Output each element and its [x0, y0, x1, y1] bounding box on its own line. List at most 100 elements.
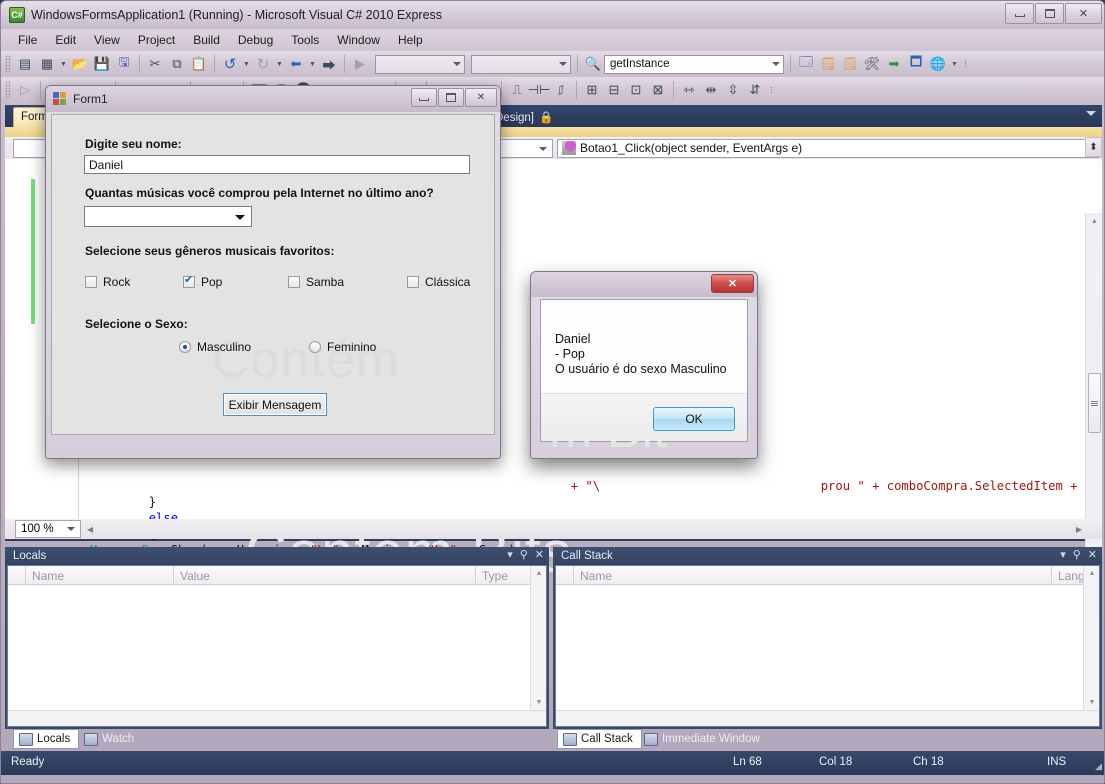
run-icon[interactable]: ▷ [14, 80, 36, 101]
scroll-up-icon[interactable]: ▲ [1086, 213, 1103, 229]
pin-icon[interactable]: ⚲ [1073, 548, 1081, 561]
tab-list-dropdown-icon[interactable] [1086, 111, 1096, 116]
message-box-ok-button[interactable]: OK [653, 407, 735, 431]
callstack-column-language[interactable]: Lang [1052, 566, 1085, 584]
close-icon[interactable]: ✕ [1088, 548, 1097, 561]
vertical-spacing-icon[interactable]: ⇳ [722, 80, 744, 101]
scroll-down-icon[interactable]: ▼ [1084, 695, 1100, 710]
find-scope-icon[interactable]: 🔍 [582, 54, 604, 75]
paste-icon[interactable]: 📋 [188, 54, 210, 75]
locals-column-value[interactable]: Value [174, 566, 476, 584]
tool-tab-callstack[interactable]: Call Stack [557, 729, 642, 749]
configuration-combo[interactable] [375, 54, 465, 74]
zoom-combo[interactable]: 100 % [15, 520, 81, 538]
tool-tab-watch[interactable]: Watch [79, 729, 142, 749]
checkbox-classica[interactable]: Clássica [407, 275, 470, 289]
form1-maximize-button[interactable] [438, 88, 464, 107]
checkbox-pop[interactable]: Pop [183, 273, 222, 289]
minimize-button[interactable] [1005, 3, 1034, 24]
radio-masculino[interactable]: Masculino [179, 340, 251, 354]
locals-column-name[interactable]: Name [26, 566, 174, 584]
menu-item-build[interactable]: Build [184, 30, 229, 50]
form1-minimize-button[interactable] [411, 88, 437, 107]
editor-split-handle[interactable]: ⬍ [1085, 137, 1102, 157]
undo-icon[interactable]: ↺ [219, 54, 241, 75]
find-input[interactable]: getInstance [604, 54, 784, 74]
form1-window[interactable]: Form1 ✕ Contém Digite seu nome: Daniel Q… [45, 85, 501, 459]
menu-item-view[interactable]: View [85, 30, 129, 50]
scroll-down-icon[interactable]: ▼ [531, 695, 547, 710]
message-box-dialog[interactable]: ✕ m Bit Daniel - Pop O usuário é do sexo… [530, 271, 758, 459]
cut-icon[interactable]: ✂ [144, 54, 166, 75]
redo-icon[interactable]: ↻ [252, 54, 274, 75]
toolbar-grip[interactable] [5, 55, 11, 73]
locals-vertical-scrollbar[interactable]: ▲ ▼ [530, 566, 546, 710]
resize-grip-icon[interactable]: ◢ [1095, 761, 1102, 772]
menu-item-window[interactable]: Window [328, 30, 389, 50]
toolbar-overflow-icon[interactable]: ⋮ [960, 54, 971, 75]
checkbox-samba[interactable]: Samba [288, 275, 344, 289]
menu-item-help[interactable]: Help [389, 30, 432, 50]
pane-menu-icon[interactable]: ▾ [1060, 548, 1066, 561]
close-button[interactable]: ✕ [1065, 3, 1102, 24]
scroll-up-icon[interactable]: ▲ [531, 566, 547, 581]
add-item-icon[interactable]: ▦ [36, 54, 58, 75]
navigate-backward-icon[interactable]: ⬅ [285, 54, 307, 75]
maximize-button[interactable] [1035, 3, 1064, 24]
message-box-title-bar[interactable]: ✕ [531, 272, 757, 297]
size-to-grid-icon[interactable]: ⊡ [625, 80, 647, 101]
name-input[interactable]: Daniel [84, 155, 470, 174]
save-all-icon[interactable]: 🖫 [113, 54, 135, 75]
toolbar-overflow-icon-3[interactable]: ⋮ [766, 80, 777, 101]
copy-icon[interactable]: ⧉ [166, 54, 188, 75]
make-same-width-icon[interactable]: ⊞ [581, 80, 603, 101]
chevron-down-icon[interactable]: ▼ [58, 54, 69, 75]
member-navigation-combo[interactable]: Botao1_Click(object sender, EventArgs e) [557, 138, 1100, 158]
new-item-icon[interactable]: ▤ [14, 54, 36, 75]
locals-pane-body[interactable]: Name Value Type ▲ ▼ [7, 565, 547, 727]
locals-column-type[interactable]: Type [476, 566, 532, 584]
tool-tab-immediate-window[interactable]: Immediate Window [639, 729, 768, 749]
align-tops-icon[interactable]: ⎍ [506, 80, 528, 101]
web-browser-icon[interactable]: 🌐 [927, 54, 949, 75]
menu-item-debug[interactable]: Debug [229, 30, 282, 50]
close-icon[interactable]: ✕ [535, 548, 544, 561]
toolbar-grip-2[interactable] [5, 81, 11, 99]
scroll-left-icon[interactable]: ◀ [87, 525, 93, 534]
save-icon[interactable]: 💾 [91, 54, 113, 75]
open-file-icon[interactable]: 📂 [69, 54, 91, 75]
editor-scroll-thumb[interactable] [1088, 373, 1101, 433]
align-middles-icon[interactable]: ⊣⊢ [528, 80, 551, 101]
checkbox-rock[interactable]: Rock [85, 275, 130, 289]
tool-tab-locals[interactable]: Locals [13, 729, 80, 749]
form1-title-bar[interactable]: Form1 ✕ [46, 86, 500, 112]
menu-item-edit[interactable]: Edit [46, 30, 85, 50]
align-bottoms-icon[interactable]: ⎎ [550, 80, 572, 101]
locals-horizontal-scrollbar[interactable] [8, 710, 546, 726]
form1-close-button[interactable]: ✕ [465, 88, 497, 107]
redo-dropdown-icon[interactable]: ▼ [274, 54, 285, 75]
start-debug-icon[interactable]: ▶ [349, 54, 371, 75]
pane-menu-icon[interactable]: ▾ [507, 548, 513, 561]
start-page-icon[interactable]: ➡ [883, 54, 905, 75]
pin-icon[interactable]: ⚲ [520, 548, 528, 561]
message-box-close-button[interactable]: ✕ [711, 274, 754, 293]
navigate-forward-icon[interactable]: ⮕ [318, 54, 340, 75]
properties-window-icon[interactable]: 🗒 [817, 54, 839, 75]
callstack-pane-body[interactable]: Name Lang ▲ ▼ [555, 565, 1100, 727]
horizontal-spacing-icon[interactable]: ⇿ [678, 80, 700, 101]
increase-h-spacing-icon[interactable]: ⇹ [700, 80, 722, 101]
menu-item-tools[interactable]: Tools [282, 30, 328, 50]
submit-button[interactable]: Exibir Mensagem [223, 393, 327, 416]
error-list-icon[interactable]: 🗖 [905, 54, 927, 75]
chevron-down-icon[interactable]: ▼ [949, 54, 960, 75]
increase-v-spacing-icon[interactable]: ⇵ [744, 80, 766, 101]
toolbox-icon[interactable]: 🛠 [861, 54, 883, 75]
make-same-height-icon[interactable]: ⊟ [603, 80, 625, 101]
solution-explorer-icon[interactable]: 🗔 [795, 54, 817, 75]
object-browser-icon[interactable]: 🗒 [839, 54, 861, 75]
platform-combo[interactable] [471, 54, 571, 74]
undo-dropdown-icon[interactable]: ▼ [241, 54, 252, 75]
callstack-vertical-scrollbar[interactable]: ▲ ▼ [1083, 566, 1099, 710]
navigate-dropdown-icon[interactable]: ▼ [307, 54, 318, 75]
